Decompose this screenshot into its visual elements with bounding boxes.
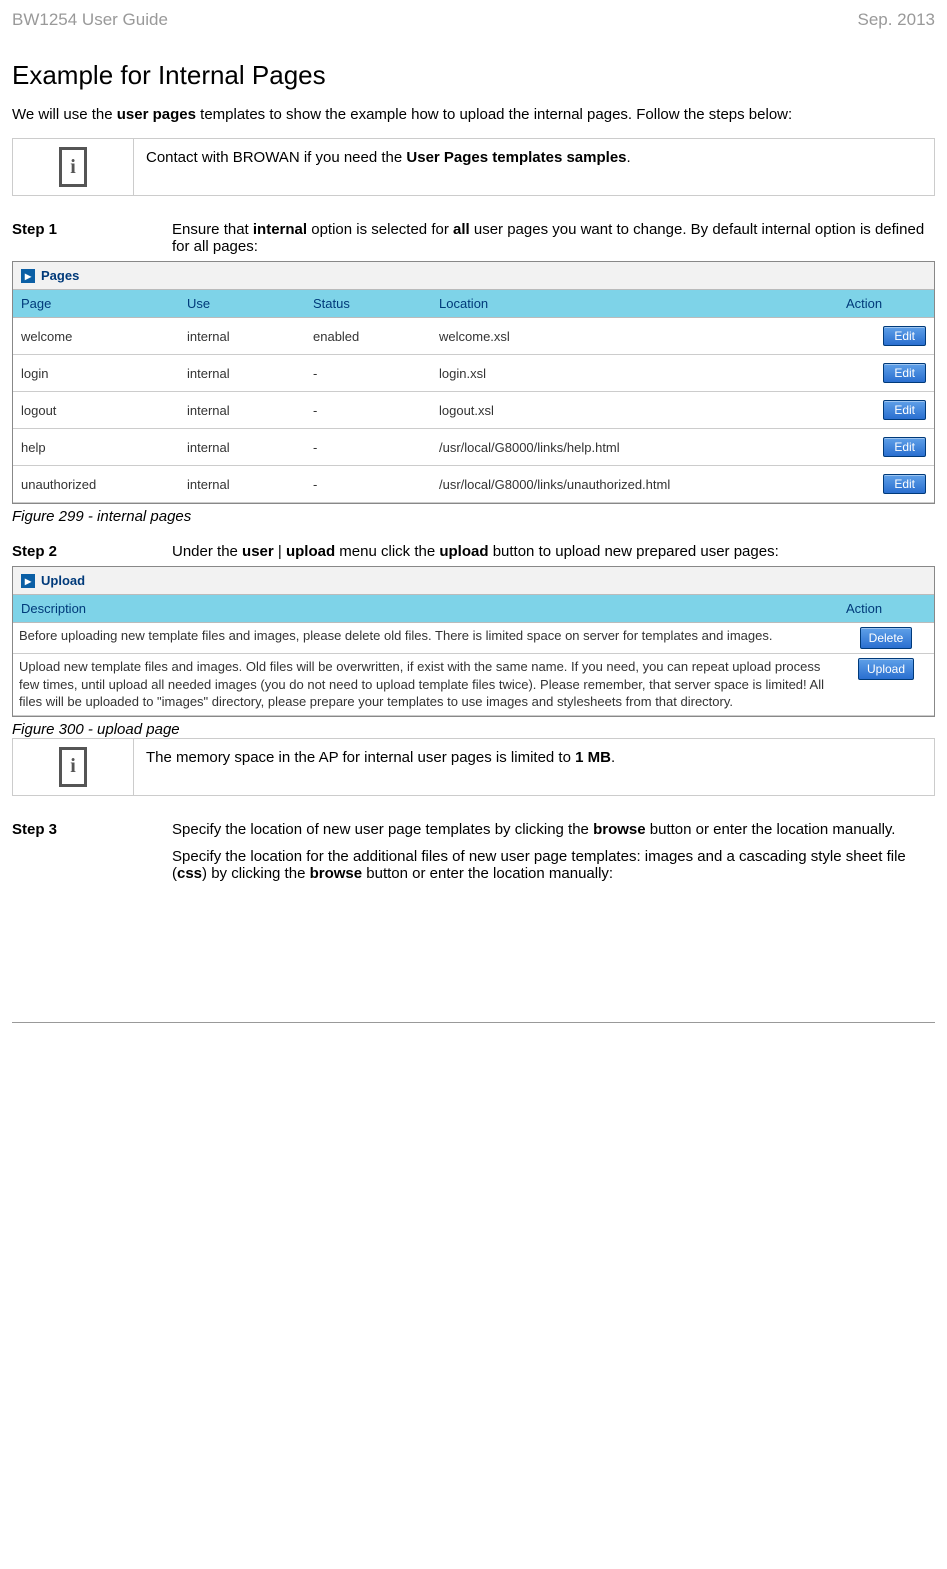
footer-rule: [12, 1022, 935, 1023]
col-action: Action: [838, 290, 934, 318]
note-memory: i The memory space in the AP for interna…: [12, 738, 935, 796]
step-3: Step 3 Specify the location of new user …: [12, 821, 935, 882]
header-left: BW1254 User Guide: [12, 10, 168, 30]
col-location: Location: [431, 290, 838, 318]
edit-button[interactable]: Edit: [883, 363, 926, 383]
pages-panel-titlebar: ▸ Pages: [13, 262, 934, 289]
note-contact: i Contact with BROWAN if you need the Us…: [12, 138, 935, 196]
step-3-label: Step 3: [12, 821, 172, 882]
col-use: Use: [179, 290, 305, 318]
upload-table: Description Action Before uploading new …: [13, 594, 934, 716]
delete-button[interactable]: Delete: [860, 627, 913, 649]
expand-icon[interactable]: ▸: [21, 269, 35, 283]
col-description: Description: [13, 595, 838, 623]
table-row: Upload new template files and images. Ol…: [13, 654, 934, 716]
figure-299-caption: Figure 299 - internal pages: [12, 508, 935, 525]
upload-screenshot: ▸ Upload Description Action Before uploa…: [12, 566, 935, 717]
upload-button[interactable]: Upload: [858, 658, 914, 680]
expand-icon[interactable]: ▸: [21, 574, 35, 588]
table-row: unauthorized internal - /usr/local/G8000…: [13, 466, 934, 503]
page-title: Example for Internal Pages: [12, 60, 935, 91]
intro-paragraph: We will use the user pages templates to …: [12, 106, 935, 123]
table-row: welcome internal enabled welcome.xsl Edi…: [13, 318, 934, 355]
step-1-label: Step 1: [12, 221, 172, 255]
info-icon: i: [59, 147, 87, 187]
table-row: help internal - /usr/local/G8000/links/h…: [13, 429, 934, 466]
upload-panel-titlebar: ▸ Upload: [13, 567, 934, 594]
step-2-label: Step 2: [12, 543, 172, 560]
pages-table: Page Use Status Location Action welcome …: [13, 289, 934, 503]
col-page: Page: [13, 290, 179, 318]
edit-button[interactable]: Edit: [883, 326, 926, 346]
info-icon: i: [59, 747, 87, 787]
figure-300-caption: Figure 300 - upload page: [12, 721, 935, 738]
pages-panel-title: Pages: [41, 268, 79, 283]
table-row: logout internal - logout.xsl Edit: [13, 392, 934, 429]
page-header: BW1254 User Guide Sep. 2013: [12, 10, 935, 30]
upload-panel-title: Upload: [41, 573, 85, 588]
edit-button[interactable]: Edit: [883, 437, 926, 457]
col-status: Status: [305, 290, 431, 318]
edit-button[interactable]: Edit: [883, 400, 926, 420]
table-row: Before uploading new template files and …: [13, 623, 934, 654]
step-2: Step 2 Under the user | upload menu clic…: [12, 543, 935, 560]
header-right: Sep. 2013: [857, 10, 935, 30]
col-action: Action: [838, 595, 934, 623]
pages-screenshot: ▸ Pages Page Use Status Location Action …: [12, 261, 935, 504]
edit-button[interactable]: Edit: [883, 474, 926, 494]
table-row: login internal - login.xsl Edit: [13, 355, 934, 392]
step-1: Step 1 Ensure that internal option is se…: [12, 221, 935, 255]
